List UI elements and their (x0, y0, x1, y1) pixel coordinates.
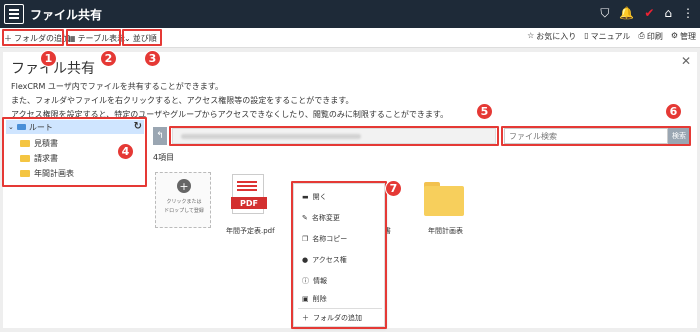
print-label: 印刷 (646, 32, 663, 41)
callout-badge-5: 5 (476, 103, 493, 120)
more-icon[interactable]: ⋮ (682, 6, 694, 21)
callout-badge-3: 3 (144, 50, 161, 67)
manual-button[interactable]: ▯ マニュアル (584, 31, 630, 42)
callout-box-7 (291, 181, 387, 329)
print-button[interactable]: ⎙ 印刷 (638, 31, 662, 42)
star-icon: ☆ (527, 31, 535, 40)
dropzone-line: クリックまたは (166, 199, 202, 205)
callout-badge-7: 7 (385, 180, 402, 197)
description-line: また、フォルダやファイルを右クリックすると、アクセス権限等の設定をすることができ… (11, 96, 354, 105)
callout-box-2 (66, 29, 121, 46)
hamburger-menu-icon[interactable] (4, 4, 24, 24)
toolbar-right: ☆ お気に入り ▯ マニュアル ⎙ 印刷 ⚙ 管理 (527, 31, 696, 42)
bell-icon[interactable]: 🔔 (619, 6, 634, 21)
admin-button[interactable]: ⚙ 管理 (671, 31, 696, 42)
description-line: FlexCRM ユーザ内でファイルを共有することができます。 (11, 82, 223, 91)
admin-label: 管理 (680, 32, 696, 41)
file-name[interactable]: 年間予定表.pdf (226, 226, 275, 236)
gear-icon: ⚙ (670, 31, 678, 40)
dropzone-text: クリックまたは ドロップして登録 (156, 198, 212, 216)
favorites-label: お気に入り (536, 32, 577, 41)
app-title: ファイル共有 (30, 8, 103, 22)
callout-box-6 (501, 126, 691, 146)
file-name[interactable]: 年間計画表 (428, 226, 463, 236)
up-arrow-icon[interactable]: ↰ (153, 127, 167, 145)
upload-dropzone[interactable]: + クリックまたは ドロップして登録 (155, 172, 211, 228)
pdf-lines-icon (237, 181, 257, 183)
item-count: 4項目 (153, 153, 175, 162)
shield-icon[interactable]: ⛉ (600, 6, 609, 21)
header-icons: ⛉ 🔔 ✔ ⌂ ⋮ (600, 6, 694, 21)
description: FlexCRM ユーザ内でファイルを共有することができます。 また、フォルダやフ… (11, 80, 448, 122)
close-icon[interactable]: ✕ (681, 54, 691, 68)
manual-label: マニュアル (590, 32, 631, 41)
callout-badge-1: 1 (40, 50, 57, 67)
printer-icon: ⎙ (638, 31, 645, 40)
callout-badge-2: 2 (100, 50, 117, 67)
dropzone-line: ドロップして登録 (164, 208, 204, 214)
plus-icon: + (177, 179, 191, 193)
callout-badge-4: 4 (117, 143, 134, 160)
callout-box-5 (169, 126, 499, 146)
app-header: ファイル共有 ⛉ 🔔 ✔ ⌂ ⋮ (0, 0, 700, 28)
home-icon[interactable]: ⌂ (664, 6, 672, 21)
folder-icon[interactable] (424, 182, 464, 216)
book-icon: ▯ (584, 31, 589, 40)
check-icon[interactable]: ✔ (644, 6, 654, 21)
callout-badge-6: 6 (665, 103, 682, 120)
pdf-badge: PDF (231, 197, 267, 209)
favorites-button[interactable]: ☆ お気に入り (527, 31, 576, 42)
pdf-file-icon[interactable]: PDF (231, 174, 267, 214)
callout-box-1 (2, 29, 64, 46)
callout-box-3 (122, 29, 162, 46)
